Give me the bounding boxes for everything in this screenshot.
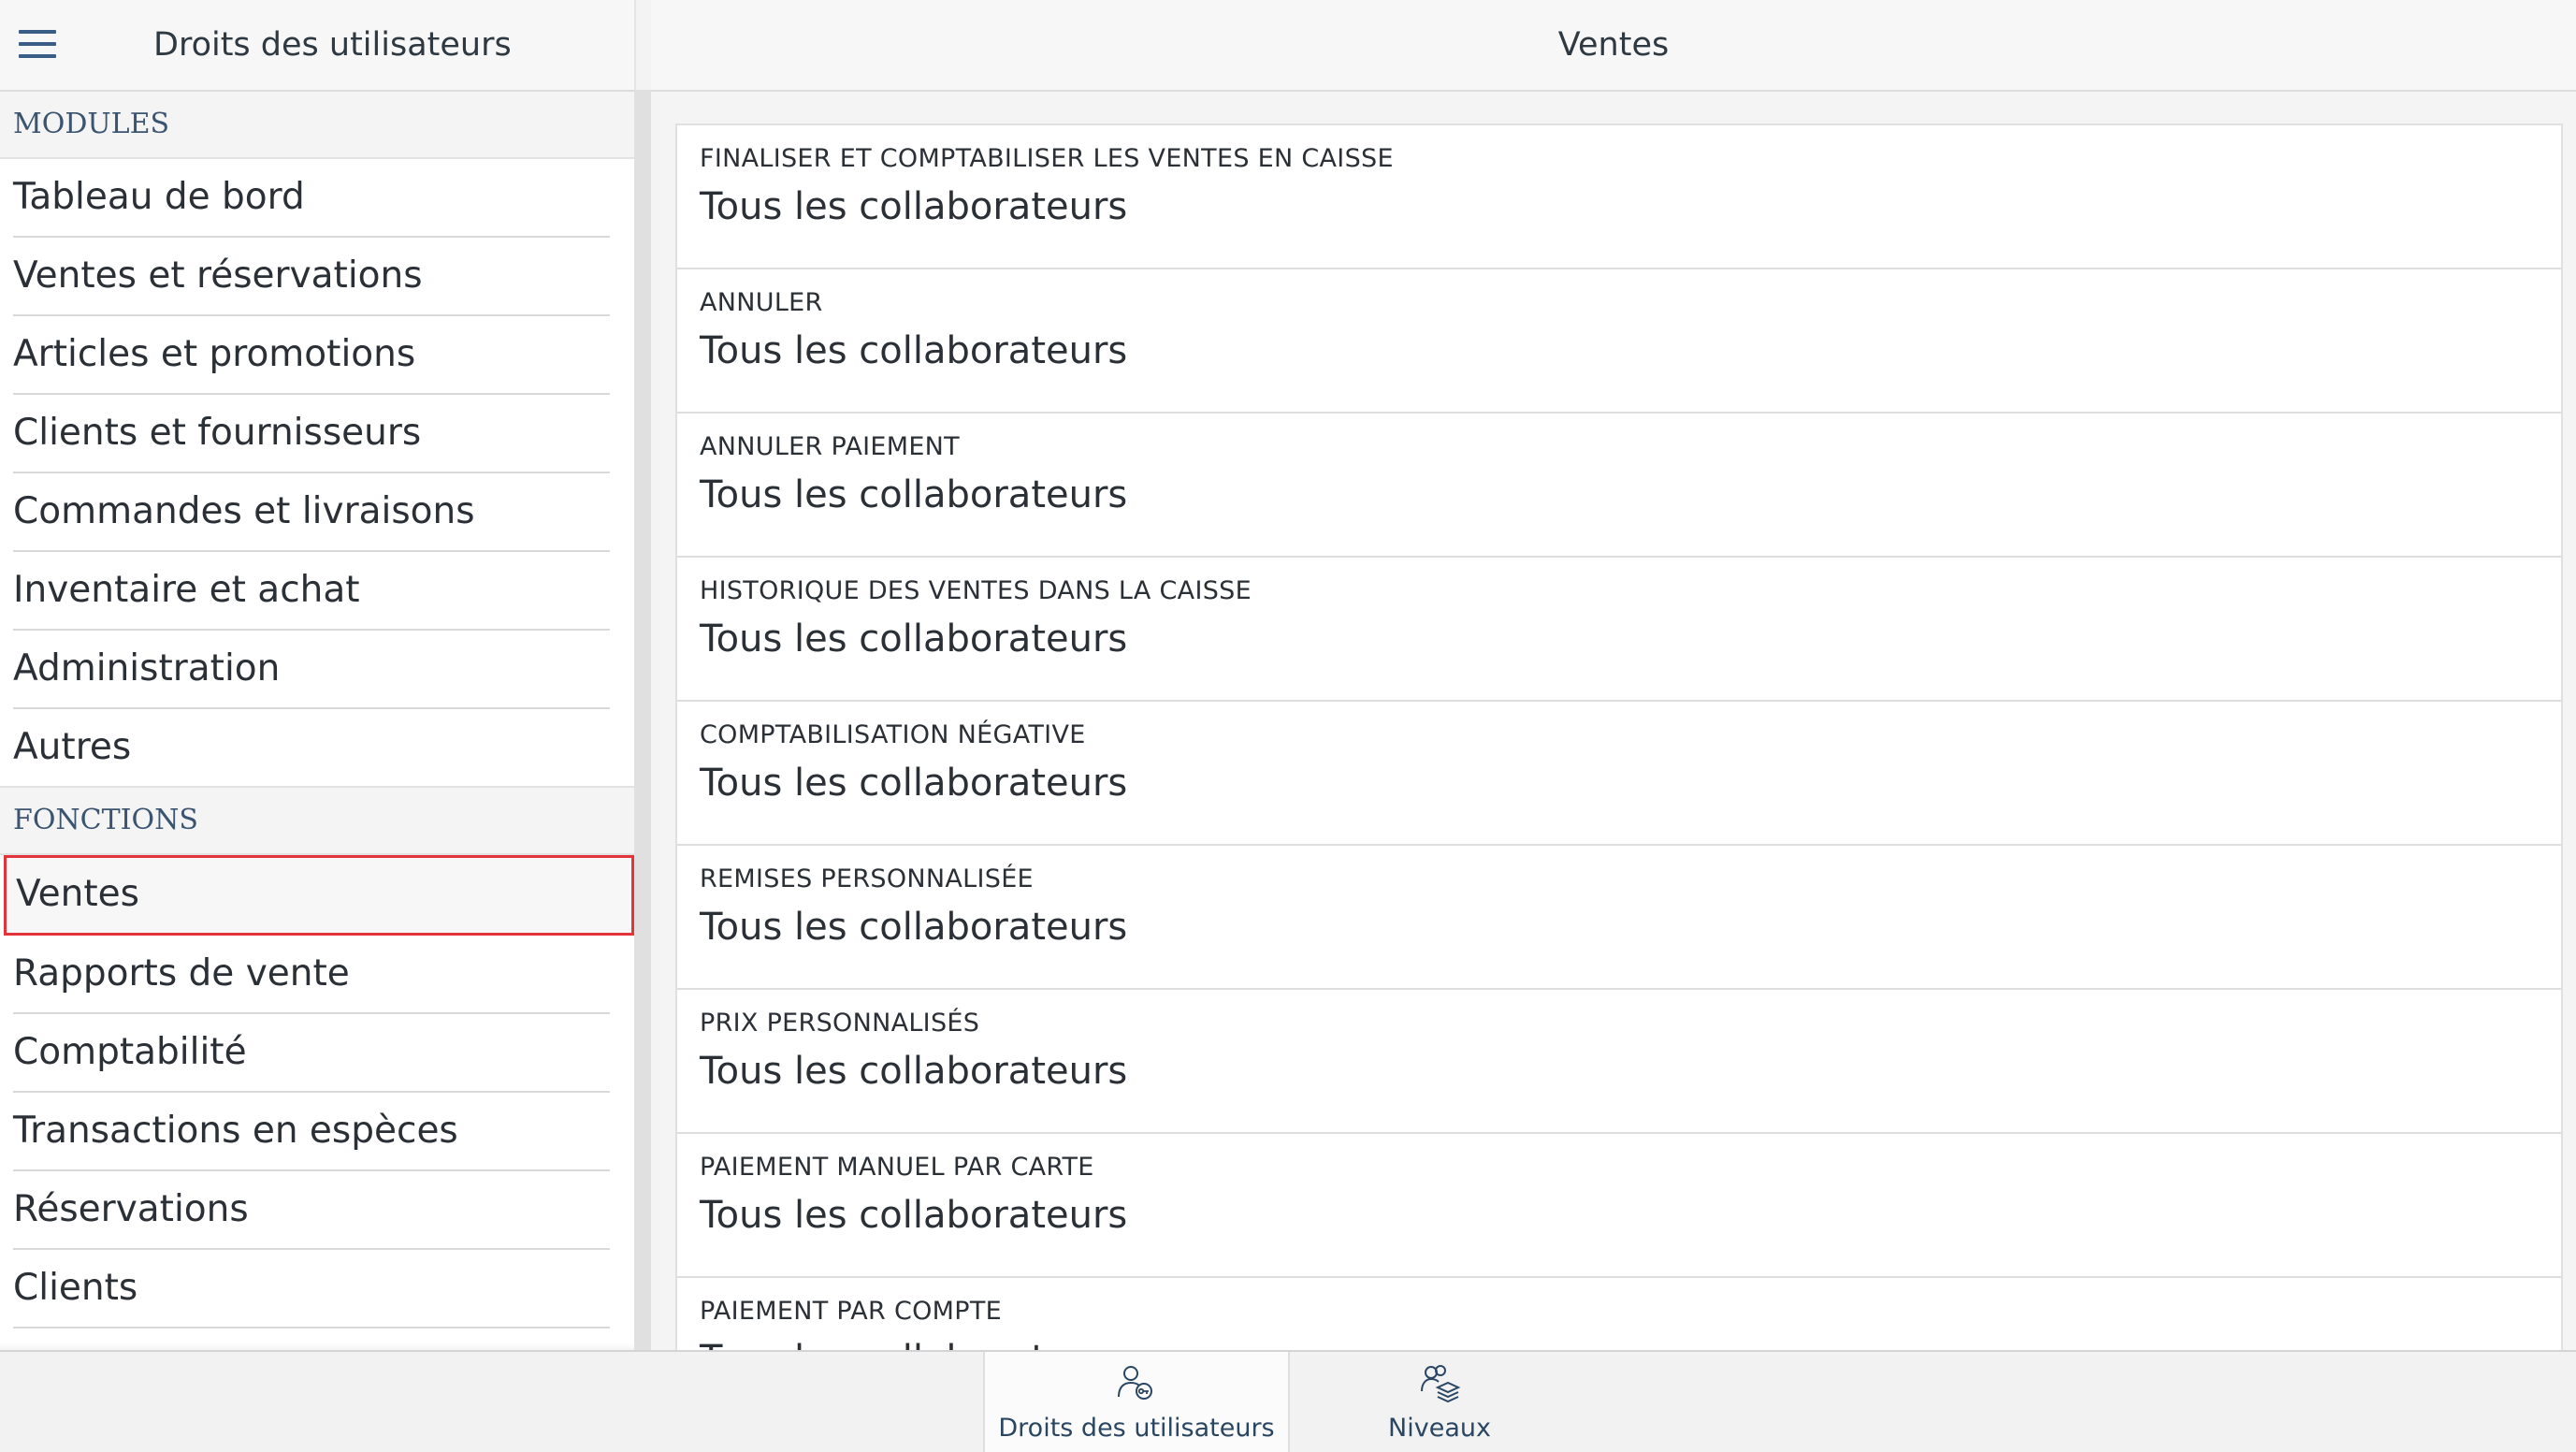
tab-levels[interactable]: Niveaux — [1288, 1352, 1591, 1452]
pane-divider-top — [634, 0, 653, 90]
right-value: Tous les collaborateurs — [700, 1050, 1128, 1093]
user-key-icon — [1118, 1366, 1152, 1400]
right-row-historique[interactable]: HISTORIQUE DES VENTES DANS LA CAISSE Tou… — [677, 558, 2561, 702]
right-label: COMPTABILISATION NÉGATIVE — [700, 720, 1086, 749]
tab-user-rights[interactable]: Droits des utilisateurs — [983, 1352, 1290, 1452]
section-heading-fonctions: FONCTIONS — [0, 786, 634, 855]
right-label: HISTORIQUE DES VENTES DANS LA CAISSE — [700, 576, 1252, 605]
right-row-finaliser[interactable]: FINALISER ET COMPTABILISER LES VENTES EN… — [677, 125, 2561, 269]
right-label: PRIX PERSONNALISÉS — [700, 1009, 980, 1038]
nav-item-inventaire-et-achat[interactable]: Inventaire et achat — [13, 552, 610, 631]
right-label: FINALISER ET COMPTABILISER LES VENTES EN… — [700, 144, 1394, 173]
nav-item-autres[interactable]: Autres — [13, 709, 610, 786]
nav-item-administration[interactable]: Administration — [13, 631, 610, 709]
left-panel-title: Droits des utilisateurs — [153, 26, 512, 64]
nav-item-rapports-de-vente[interactable]: Rapports de vente — [13, 936, 610, 1014]
nav-item-ventes-et-reservations[interactable]: Ventes et réservations — [13, 238, 610, 316]
right-value: Tous les collaborateurs — [700, 1194, 1128, 1237]
right-row-annuler-paiement[interactable]: ANNULER PAIEMENT Tous les collaborateurs — [677, 414, 2561, 558]
right-value: Tous les collaborateurs — [700, 329, 1128, 372]
tab-label: Droits des utilisateurs — [998, 1414, 1275, 1443]
right-row-paiement-par-compte[interactable]: PAIEMENT PAR COMPTE Tous les collaborate… — [677, 1278, 2561, 1350]
scroll-fade — [0, 1343, 634, 1350]
nav-item-comptabilite[interactable]: Comptabilité — [13, 1014, 610, 1093]
right-header: Ventes — [651, 0, 2576, 92]
menu-bar — [19, 54, 56, 58]
rights-list: FINALISER ET COMPTABILISER LES VENTES EN… — [675, 123, 2563, 1350]
left-pane: Droits des utilisateurs MODULES Tableau … — [0, 0, 634, 1350]
right-value: Tous les collaborateurs — [700, 762, 1128, 805]
nav-item-ventes[interactable]: Ventes — [4, 855, 634, 936]
right-label: PAIEMENT PAR COMPTE — [700, 1297, 1002, 1326]
hamburger-menu-icon[interactable] — [17, 26, 60, 64]
right-row-annuler[interactable]: ANNULER Tous les collaborateurs — [677, 269, 2561, 414]
right-label: PAIEMENT MANUEL PAR CARTE — [700, 1153, 1094, 1182]
nav-item-clients[interactable]: Clients — [13, 1250, 610, 1329]
rights-panel: FINALISER ET COMPTABILISER LES VENTES EN… — [651, 92, 2576, 1350]
right-value: Tous les collaborateurs — [700, 185, 1128, 228]
right-value: Tous les collaborateurs — [700, 906, 1128, 949]
users-layers-icon — [1421, 1365, 1461, 1403]
right-row-prix-personnalises[interactable]: PRIX PERSONNALISÉS Tous les collaborateu… — [677, 990, 2561, 1134]
right-label: ANNULER PAIEMENT — [700, 432, 960, 461]
menu-bar — [19, 30, 56, 34]
right-row-comptabilisation-negative[interactable]: COMPTABILISATION NÉGATIVE Tous les colla… — [677, 702, 2561, 846]
bottom-tab-bar: Droits des utilisateurs Niveaux — [0, 1350, 2576, 1452]
nav-item-commandes-et-livraisons[interactable]: Commandes et livraisons — [13, 473, 610, 552]
nav-item-reservations[interactable]: Réservations — [13, 1171, 610, 1250]
nav-item-articles-et-promotions[interactable]: Articles et promotions — [13, 316, 610, 395]
menu-bar — [19, 42, 56, 46]
right-label: REMISES PERSONNALISÉE — [700, 864, 1034, 893]
right-row-paiement-manuel[interactable]: PAIEMENT MANUEL PAR CARTE Tous les colla… — [677, 1134, 2561, 1278]
nav-item-tableau-de-bord[interactable]: Tableau de bord — [13, 159, 610, 238]
tab-label: Niveaux — [1388, 1414, 1491, 1443]
pane-divider[interactable] — [634, 90, 651, 1350]
section-heading-modules: MODULES — [0, 92, 634, 159]
nav-item-transactions-en-especes[interactable]: Transactions en espèces — [13, 1093, 610, 1171]
page-title: Ventes — [1557, 26, 1670, 64]
right-value: Tous les collaborateurs — [700, 1338, 1127, 1350]
left-header: Droits des utilisateurs — [0, 0, 634, 92]
right-row-remises[interactable]: REMISES PERSONNALISÉE Tous les collabora… — [677, 846, 2561, 990]
right-value: Tous les collaborateurs — [700, 473, 1128, 516]
right-label: ANNULER — [700, 288, 823, 317]
nav-item-clients-et-fournisseurs[interactable]: Clients et fournisseurs — [13, 395, 610, 473]
right-value: Tous les collaborateurs — [700, 617, 1128, 661]
